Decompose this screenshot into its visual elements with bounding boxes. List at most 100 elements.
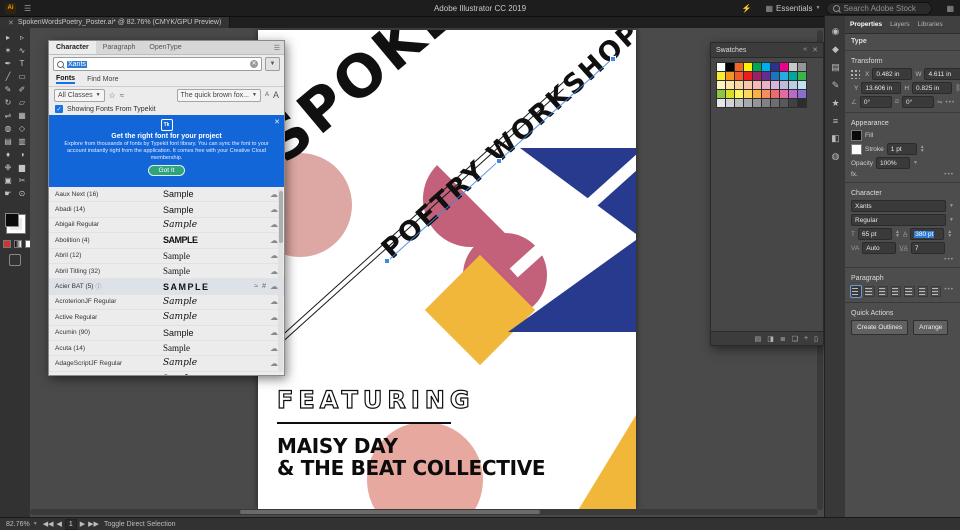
artboard[interactable]: SPOKENWORDS POETRY WORKSHOP FEATURING MA… bbox=[258, 30, 636, 510]
tool-symbol-sprayer[interactable]: ❉ bbox=[1, 161, 15, 174]
screen-mode-icon[interactable] bbox=[9, 254, 21, 266]
sample-size-small-icon[interactable]: A bbox=[265, 92, 269, 98]
sync-cloud-icon[interactable]: ☁ bbox=[270, 344, 278, 353]
align-center-button[interactable] bbox=[864, 286, 874, 297]
swatch[interactable] bbox=[762, 63, 770, 71]
got-it-button[interactable]: Got It bbox=[148, 165, 186, 176]
swatch-options-icon[interactable]: ≣ bbox=[780, 335, 786, 343]
close-tab-icon[interactable]: ✕ bbox=[8, 19, 14, 27]
poster-featuring-text[interactable]: FEATURING bbox=[277, 386, 475, 414]
stock-search-input[interactable]: Search Adobe Stock bbox=[826, 2, 932, 15]
tool-lasso[interactable]: ∿ bbox=[15, 44, 29, 57]
more-options-icon[interactable]: ••• bbox=[945, 99, 955, 106]
tool-artboard[interactable]: ▣ bbox=[1, 174, 15, 187]
constrain-proportions-icon[interactable]: ⛓ bbox=[955, 84, 960, 92]
similar-fonts-icon[interactable]: ≈ bbox=[254, 283, 258, 290]
swatch[interactable] bbox=[762, 81, 770, 89]
selection-handle[interactable] bbox=[384, 258, 390, 264]
fill-swatch[interactable] bbox=[5, 213, 19, 227]
font-list-item[interactable]: Abadi (14) ⓘ Sample ≈ # ☁ bbox=[49, 202, 284, 217]
swatch[interactable] bbox=[798, 81, 806, 89]
swatch[interactable] bbox=[789, 72, 797, 80]
tool-column-graph[interactable]: ▆ bbox=[15, 161, 29, 174]
swatch[interactable] bbox=[717, 81, 725, 89]
swatch[interactable] bbox=[753, 90, 761, 98]
tab-layers[interactable]: Layers bbox=[890, 21, 910, 28]
similar-fonts-filter-icon[interactable]: ≈ bbox=[120, 91, 124, 100]
swatch[interactable] bbox=[762, 72, 770, 80]
tool-rotate[interactable]: ↻ bbox=[1, 96, 15, 109]
tool-line-segment[interactable]: ╱ bbox=[1, 70, 15, 83]
tool-direct-selection[interactable]: ▹ bbox=[15, 31, 29, 44]
tool-mesh[interactable]: ▤ bbox=[1, 135, 15, 148]
stroke-stepper[interactable]: ▲▼ bbox=[920, 145, 925, 153]
swatch[interactable] bbox=[771, 90, 779, 98]
gradient-icon[interactable]: ◧ bbox=[831, 133, 840, 144]
swatch[interactable] bbox=[744, 99, 752, 107]
sync-cloud-icon[interactable]: ☁ bbox=[270, 220, 278, 229]
font-list-item[interactable]: AdageScriptJF Regular ⓘ Sample ≈ # ☁ bbox=[49, 356, 284, 371]
subtab-find-more[interactable]: Find More bbox=[87, 76, 119, 83]
font-list-item[interactable]: Active Regular ⓘ Sample ≈ # ☁ bbox=[49, 310, 284, 325]
favorite-icon[interactable]: # bbox=[262, 283, 266, 290]
font-list-item[interactable]: Adaptive Mono (4) ⓘ Sample ≈ # ☁ bbox=[49, 372, 284, 375]
color-guide-icon[interactable]: ◆ bbox=[832, 44, 839, 55]
tool-hand[interactable]: ☛ bbox=[1, 187, 15, 200]
color-mode-icon[interactable] bbox=[3, 240, 11, 248]
first-artboard-icon[interactable]: ◀◀ bbox=[43, 520, 54, 528]
selection-handle[interactable] bbox=[610, 56, 616, 62]
font-list-item[interactable]: Abril Titling (32) ⓘ Sample ≈ # ☁ bbox=[49, 264, 284, 279]
justify-all-button[interactable] bbox=[931, 286, 941, 297]
gpu-performance-icon[interactable]: ⚡ bbox=[741, 4, 751, 13]
favorites-filter-icon[interactable]: ☆ bbox=[109, 91, 116, 100]
leading-stepper[interactable]: ▲▼ bbox=[947, 230, 952, 238]
font-list-item[interactable]: Acumin (90) ⓘ Sample ≈ # ☁ bbox=[49, 326, 284, 341]
font-list-scrollbar-thumb[interactable] bbox=[279, 191, 283, 243]
font-list-scrollbar[interactable] bbox=[278, 189, 283, 371]
sync-cloud-icon[interactable]: ☁ bbox=[270, 251, 278, 260]
swatch[interactable] bbox=[735, 81, 743, 89]
fill-stroke-indicator[interactable] bbox=[5, 213, 25, 233]
new-swatch-icon[interactable]: + bbox=[804, 335, 808, 342]
sync-cloud-icon[interactable]: ☁ bbox=[270, 297, 278, 306]
new-color-group-icon[interactable]: ❑ bbox=[792, 335, 798, 343]
swatch[interactable] bbox=[780, 99, 788, 107]
sync-cloud-icon[interactable]: ☁ bbox=[270, 359, 278, 368]
tool-pen[interactable]: ✒ bbox=[1, 57, 15, 70]
kerning-field[interactable]: Auto bbox=[862, 242, 896, 254]
swatch[interactable] bbox=[789, 99, 797, 107]
tool-zoom[interactable]: ⊙ bbox=[15, 187, 29, 200]
swatch[interactable] bbox=[753, 72, 761, 80]
delete-swatch-icon[interactable]: ▯ bbox=[814, 335, 818, 343]
font-family-field[interactable]: Xants bbox=[851, 200, 946, 212]
font-size-stepper[interactable]: ▲▼ bbox=[895, 230, 900, 238]
panel-menu-icon[interactable]: ☰ bbox=[274, 44, 280, 52]
sync-cloud-icon[interactable]: ☁ bbox=[270, 313, 278, 322]
swatch[interactable] bbox=[798, 72, 806, 80]
tool-width[interactable]: ⇌ bbox=[1, 109, 15, 122]
tracking-field[interactable]: 7 bbox=[911, 242, 945, 254]
banner-close-icon[interactable]: ✕ bbox=[274, 118, 280, 126]
more-options-icon[interactable]: ••• bbox=[944, 286, 954, 297]
swatch[interactable] bbox=[753, 81, 761, 89]
poster-yellow-triangle[interactable] bbox=[560, 415, 636, 510]
h-field[interactable]: 0.825 in bbox=[912, 82, 952, 94]
tool-shape-builder[interactable]: ◍ bbox=[1, 122, 15, 135]
swatch[interactable] bbox=[735, 63, 743, 71]
flip-horizontal-icon[interactable]: ⇋ bbox=[937, 98, 942, 106]
swatch[interactable] bbox=[789, 90, 797, 98]
tab-opentype[interactable]: OpenType bbox=[142, 41, 188, 54]
tool-perspective-grid[interactable]: ◇ bbox=[15, 122, 29, 135]
swatch[interactable] bbox=[771, 81, 779, 89]
tab-paragraph[interactable]: Paragraph bbox=[96, 41, 143, 54]
create-outlines-button[interactable]: Create Outlines bbox=[851, 320, 908, 335]
swatch[interactable] bbox=[798, 99, 806, 107]
tool-eyedropper[interactable]: ♦ bbox=[1, 148, 15, 161]
stroke-weight-field[interactable]: 1 pt bbox=[887, 143, 917, 155]
tool-slice[interactable]: ✂ bbox=[15, 174, 29, 187]
stock-grid-icon[interactable]: ▦ bbox=[946, 4, 954, 13]
swatch[interactable] bbox=[717, 72, 725, 80]
font-list-item[interactable]: Abolition (4) ⓘ SAMPLE ≈ # ☁ bbox=[49, 233, 284, 248]
font-search-input[interactable]: Xants ✕ bbox=[53, 57, 262, 71]
font-size-field[interactable]: 65 pt bbox=[858, 228, 892, 240]
